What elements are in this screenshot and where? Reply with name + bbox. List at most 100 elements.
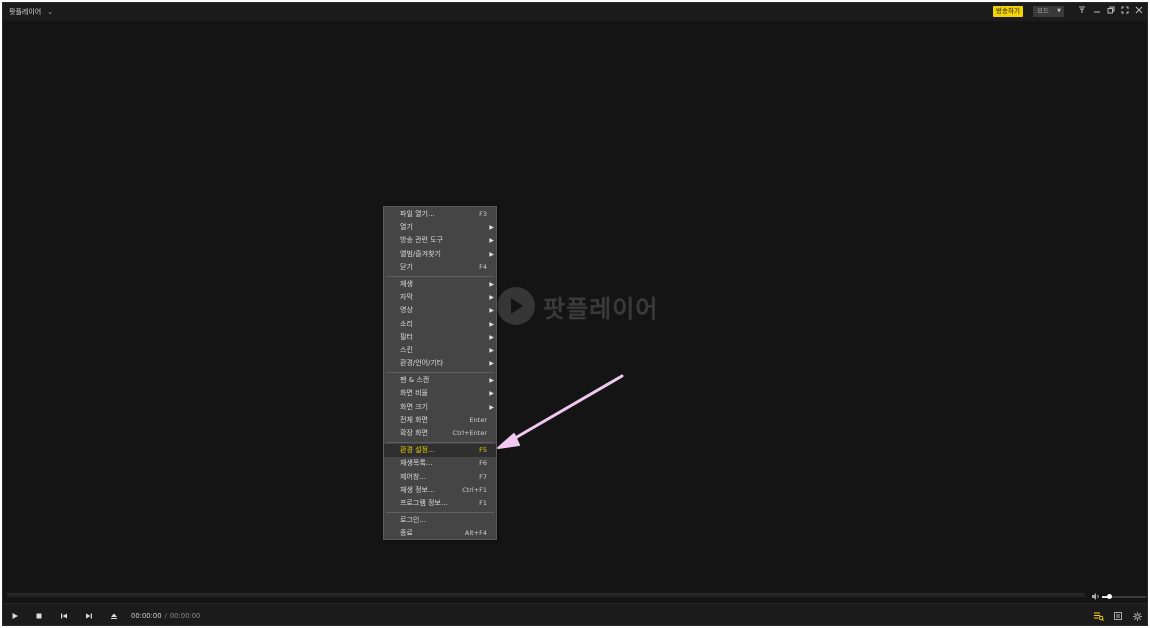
submenu-arrow-icon: ▶ bbox=[489, 360, 494, 368]
volume-icon[interactable] bbox=[1092, 593, 1100, 602]
title-bar: 팟플레이어 ⌄ bbox=[3, 3, 1147, 21]
menu-item-label: 파일 열기... bbox=[400, 210, 435, 218]
next-icon[interactable] bbox=[83, 610, 95, 622]
volume-knob[interactable] bbox=[1106, 594, 1112, 599]
pin-icon[interactable] bbox=[1077, 6, 1087, 17]
menu-item-shortcut: F5 bbox=[479, 446, 487, 455]
menu-item-label: 종료 bbox=[400, 529, 413, 538]
submenu-arrow-icon: ▶ bbox=[489, 237, 494, 245]
potplayer-logo: 팟플레이어 bbox=[497, 287, 658, 325]
total-time: 00:00:00 bbox=[169, 612, 201, 620]
menu-item-label: 소리 bbox=[400, 319, 413, 328]
menu-item[interactable]: 열기 ▶ bbox=[384, 221, 496, 234]
menu-item[interactable]: 재생목록... F6 bbox=[384, 457, 496, 470]
menu-item[interactable]: 제어창... F7 bbox=[384, 471, 496, 484]
menu-item[interactable]: 영상 ▶ bbox=[384, 304, 496, 317]
submenu-arrow-icon: ▶ bbox=[489, 250, 494, 258]
current-time: 00:00:00 bbox=[131, 612, 162, 620]
context-menu: 파일 열기... F3 열기 ▶ 방송 관련 도구 ▶ 앨범/즐겨찾기 ▶ 닫기 F4 재생 ▶ 자막 ▶… bbox=[383, 206, 497, 540]
menu-item[interactable]: 닫기 F4 bbox=[384, 261, 496, 274]
menu-item[interactable]: 재생 정보... Ctrl+F1 bbox=[384, 484, 496, 497]
dropdown-arrow-icon: ▼ bbox=[1057, 8, 1061, 14]
menu-item-label: 앨범/즐겨찾기 bbox=[400, 249, 441, 258]
menu-item-label: 팬 & 스캔 bbox=[400, 376, 430, 385]
menu-item[interactable]: 팬 & 스캔 ▶ bbox=[384, 374, 496, 387]
play-icon[interactable] bbox=[9, 610, 21, 622]
control-bar: 00:00:00/00:00:00 bbox=[3, 603, 1147, 625]
menu-item[interactable]: 환경/언어/기타 ▶ bbox=[384, 357, 496, 370]
menu-item-label: 프로그램 정보... bbox=[400, 498, 448, 507]
potplayer-window: 팟플레이어 ⌄ 방송하기 모드 ▼ 팟플레이어 파일 열기... F3 열기 ▶ 방송 … bbox=[2, 2, 1148, 626]
menu-item-label: 환경/언어/기타 bbox=[400, 359, 444, 368]
settings-icon[interactable] bbox=[1131, 610, 1143, 622]
menu-item[interactable]: 자막 ▶ bbox=[384, 291, 496, 304]
submenu-arrow-icon: ▶ bbox=[489, 294, 494, 302]
submenu-arrow-icon: ▶ bbox=[489, 307, 494, 315]
menu-item-shortcut: Enter bbox=[469, 415, 487, 424]
mode-label: 모드 bbox=[1037, 7, 1049, 15]
menu-item[interactable]: 종료 Alt+F4 bbox=[384, 527, 496, 540]
menu-item-shortcut: F1 bbox=[479, 498, 487, 507]
chevron-down-icon: ⌄ bbox=[47, 8, 54, 16]
fullscreen-icon[interactable] bbox=[1120, 6, 1130, 17]
submenu-arrow-icon: ▶ bbox=[489, 333, 494, 341]
menu-item[interactable]: 화면 크기 ▶ bbox=[384, 401, 496, 414]
menu-item[interactable]: 확장 화면 Ctrl+Enter bbox=[384, 427, 496, 440]
stop-icon[interactable] bbox=[33, 610, 45, 622]
menu-item-label: 방송 관련 도구 bbox=[400, 236, 444, 245]
menu-item-shortcut: F3 bbox=[479, 210, 487, 218]
menu-item-label: 제어창... bbox=[400, 472, 426, 481]
menu-item-label: 로그인... bbox=[400, 516, 426, 525]
broadcast-button[interactable]: 방송하기 bbox=[993, 6, 1023, 17]
menu-item[interactable]: 파일 열기... F3 bbox=[384, 208, 496, 221]
mode-dropdown[interactable]: 모드 ▼ bbox=[1033, 6, 1064, 17]
menu-item-label: 화면 비율 bbox=[400, 389, 428, 398]
submenu-arrow-icon: ▶ bbox=[489, 377, 494, 385]
menu-item-label: 닫기 bbox=[400, 262, 413, 271]
menu-item-shortcut: F7 bbox=[479, 472, 487, 481]
app-title: 팟플레이어 bbox=[9, 8, 42, 16]
menu-item[interactable]: 화면 비율 ▶ bbox=[384, 387, 496, 400]
prev-icon[interactable] bbox=[58, 610, 70, 622]
menu-item[interactable]: 방송 관련 도구 ▶ bbox=[384, 234, 496, 247]
menu-item-label: 열기 bbox=[400, 223, 413, 232]
menu-item[interactable]: 소리 ▶ bbox=[384, 318, 496, 331]
menu-item-label: 재생 정보... bbox=[400, 485, 435, 494]
menu-item[interactable]: 스킨 ▶ bbox=[384, 344, 496, 357]
volume-slider[interactable] bbox=[1102, 594, 1146, 599]
restore-icon[interactable] bbox=[1106, 6, 1116, 17]
menu-item-label: 환경 설정... bbox=[400, 446, 435, 455]
submenu-arrow-icon: ▶ bbox=[489, 403, 494, 411]
submenu-arrow-icon: ▶ bbox=[489, 390, 494, 398]
menu-item-label: 재생목록... bbox=[400, 459, 433, 468]
menu-item[interactable]: 필터 ▶ bbox=[384, 331, 496, 344]
menu-item-shortcut: Ctrl+F1 bbox=[462, 485, 487, 494]
logo-text: 팟플레이어 bbox=[543, 294, 659, 323]
time-separator: / bbox=[164, 612, 167, 620]
menu-item-label: 필터 bbox=[400, 332, 413, 341]
menu-item[interactable]: 앨범/즐겨찾기 ▶ bbox=[384, 248, 496, 261]
close-icon[interactable] bbox=[1134, 6, 1144, 17]
submenu-arrow-icon: ▶ bbox=[489, 224, 494, 232]
eject-icon[interactable] bbox=[108, 610, 120, 622]
minimize-icon[interactable] bbox=[1092, 6, 1102, 17]
menu-item[interactable]: 프로그램 정보... F1 bbox=[384, 497, 496, 510]
menu-item-label: 재생 bbox=[400, 279, 413, 288]
menu-item[interactable]: 로그인... bbox=[384, 514, 496, 527]
menu-item-label: 스킨 bbox=[400, 345, 413, 354]
menu-item-label: 확장 화면 bbox=[400, 429, 428, 437]
submenu-arrow-icon: ▶ bbox=[489, 346, 494, 354]
menu-item-shortcut: F4 bbox=[479, 262, 487, 271]
seek-bar[interactable] bbox=[7, 593, 1085, 597]
submenu-arrow-icon: ▶ bbox=[489, 280, 494, 288]
control-panel-icon[interactable] bbox=[1112, 610, 1124, 622]
menu-item-label: 영상 bbox=[400, 306, 413, 315]
playlist-icon[interactable] bbox=[1093, 610, 1105, 622]
menu-item[interactable]: 전체 화면 Enter bbox=[384, 414, 496, 427]
menu-item[interactable]: 재생 ▶ bbox=[384, 278, 496, 291]
app-menu-button[interactable]: 팟플레이어 ⌄ bbox=[9, 7, 53, 17]
menu-item-shortcut: Alt+F4 bbox=[464, 529, 487, 538]
menu-item[interactable]: 환경 설정... F5 bbox=[384, 444, 496, 458]
menu-item-label: 자막 bbox=[400, 293, 413, 302]
submenu-arrow-icon: ▶ bbox=[489, 320, 494, 328]
